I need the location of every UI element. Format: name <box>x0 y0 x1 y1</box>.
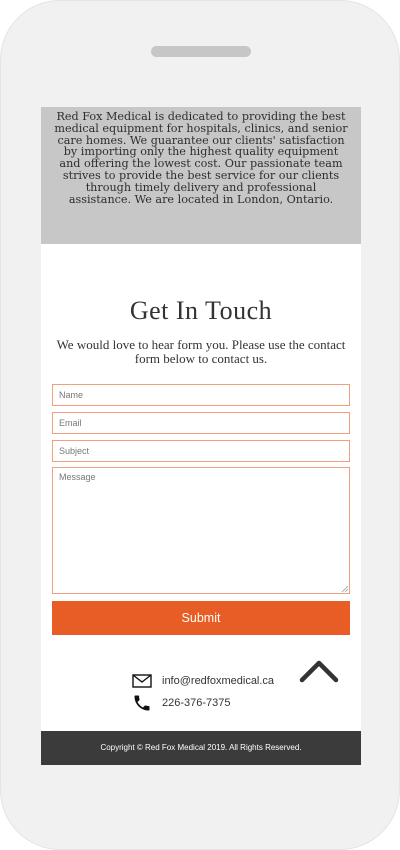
contact-title: Get In Touch <box>129 296 273 325</box>
message-textarea[interactable] <box>52 467 350 594</box>
footer: Copyright © Red Fox Medical 2019. All Ri… <box>41 731 361 765</box>
phone-frame: Red Fox Medical is dedicated to providin… <box>0 0 400 850</box>
contact-intro: We would love to hear form you. Please u… <box>56 337 346 366</box>
envelope-icon <box>131 670 153 692</box>
copyright-text: Copyright © Red Fox Medical 2019. All Ri… <box>100 743 302 752</box>
phone-contact[interactable]: 226-376-7375 <box>131 692 231 714</box>
about-section: Red Fox Medical is dedicated to providin… <box>41 107 361 244</box>
phone-number[interactable]: 226-376-7375 <box>162 697 231 709</box>
email-contact[interactable]: info@redfoxmedical.ca <box>131 670 274 692</box>
phone-speaker <box>151 46 251 57</box>
phone-icon <box>131 692 153 714</box>
email-address[interactable]: info@redfoxmedical.ca <box>162 675 274 687</box>
chevron-up-icon[interactable] <box>299 657 339 685</box>
email-input[interactable] <box>52 412 350 434</box>
resize-grip-icon[interactable] <box>341 585 349 593</box>
subject-input[interactable] <box>52 440 350 462</box>
page-viewport: Red Fox Medical is dedicated to providin… <box>41 107 361 765</box>
about-text: Red Fox Medical is dedicated to providin… <box>54 110 348 206</box>
name-input[interactable] <box>52 384 350 406</box>
submit-button[interactable]: Submit <box>52 601 350 635</box>
